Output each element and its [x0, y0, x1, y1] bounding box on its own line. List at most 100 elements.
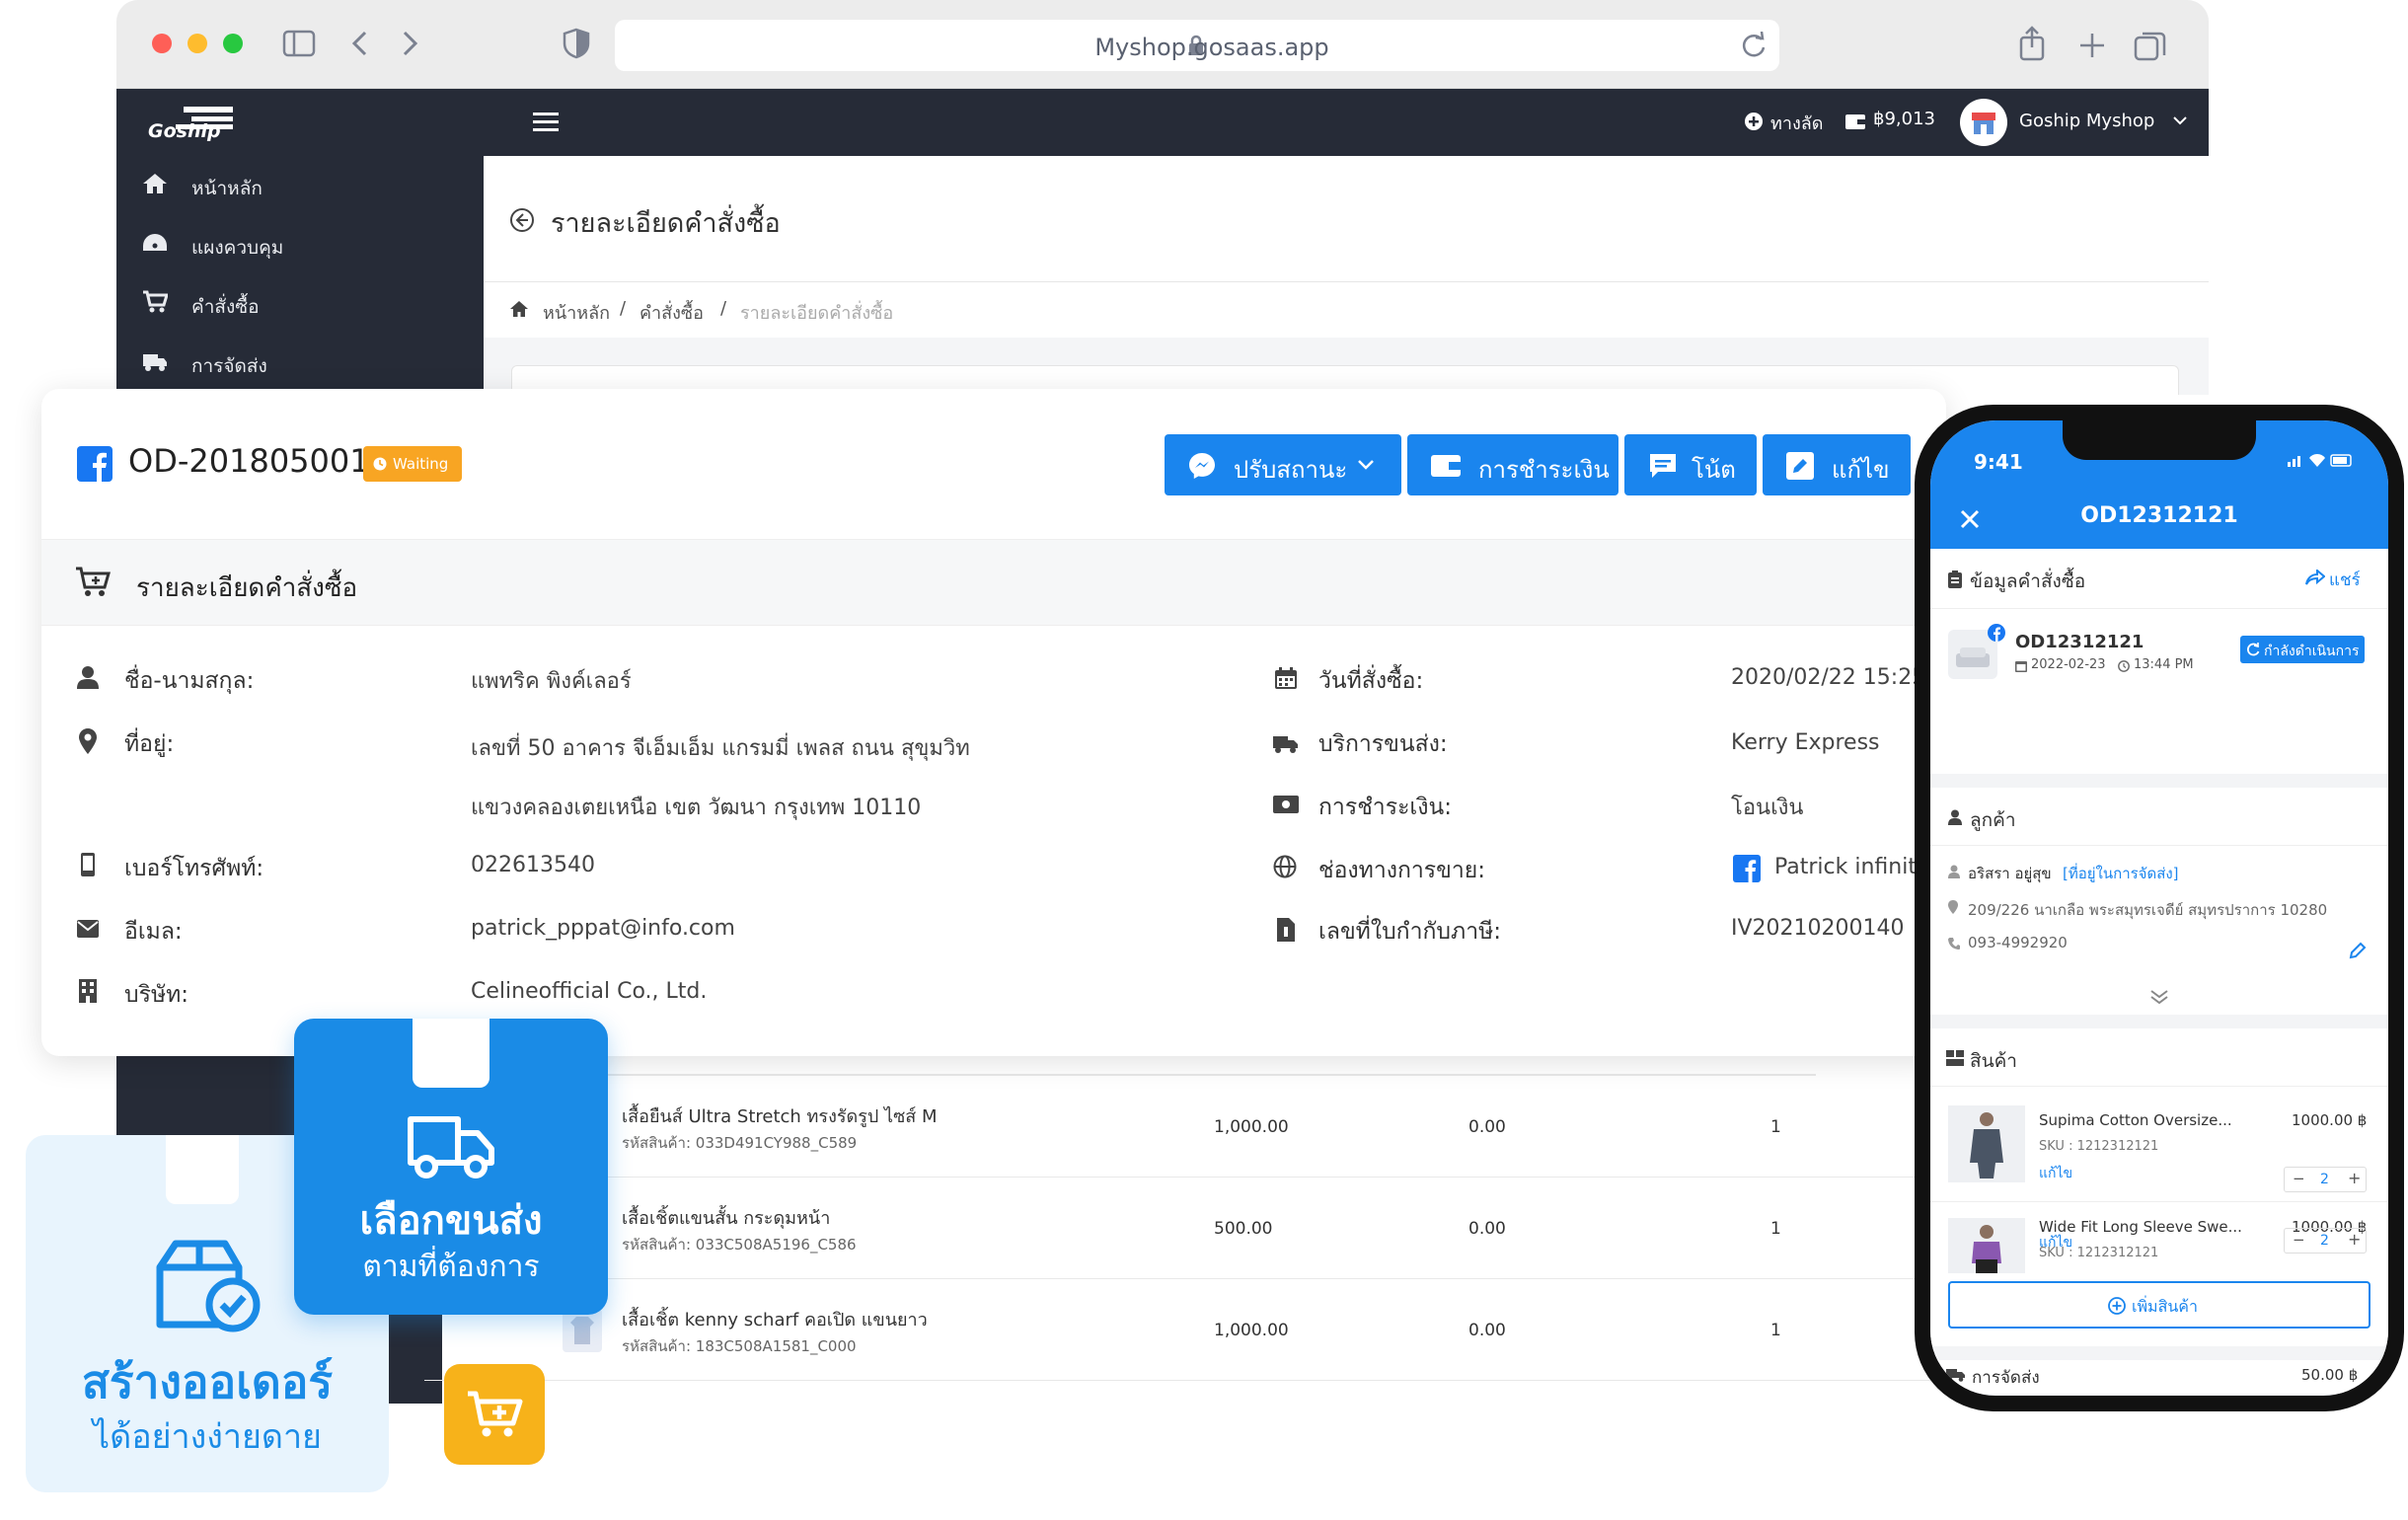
status-text: Waiting: [393, 455, 449, 473]
tile-tab: [413, 1019, 489, 1088]
customer-address-tag[interactable]: [ที่อยู่ในการจัดส่ง]: [2063, 862, 2179, 885]
minimize-window-button[interactable]: [188, 34, 207, 53]
customer-title: ลูกค้า: [1970, 809, 2016, 831]
sync-icon: [2247, 643, 2260, 656]
list-item[interactable]: Supima Cotton Oversize... 1000.00 ฿ SKU …: [1930, 1094, 2388, 1202]
create-order-subtitle: ได้อย่างง่ายดาย: [93, 1417, 322, 1457]
goship-logo[interactable]: Goship: [144, 101, 239, 144]
person-model-icon: [1970, 1112, 2003, 1178]
quantity-stepper[interactable]: − 2 +: [2284, 1228, 2367, 1254]
increase-icon[interactable]: +: [2348, 1230, 2361, 1249]
field-value-order-date: 2020/02/22 15:25: [1731, 665, 1926, 690]
quantity-value: 2: [2320, 1233, 2329, 1249]
back-arrow-icon[interactable]: [349, 30, 369, 57]
browser-window: Myshop.gosaas.app Goship ทางลัด ฿9,013 G…: [116, 0, 2209, 395]
sidebar-item-dashboard[interactable]: แผงควบคุม: [116, 215, 484, 272]
hamburger-menu-icon[interactable]: [533, 111, 559, 134]
share-icon[interactable]: [2017, 26, 2047, 61]
sidebar-item-label: หน้าหลัก: [191, 178, 263, 199]
order-status-text: กำลังดำเนินการ: [2264, 644, 2360, 659]
product-edit-link[interactable]: แก้ไข: [2039, 1232, 2072, 1254]
field-value-name: แพทริค พิงค์เลอร์: [471, 669, 632, 694]
envelope-icon: [77, 920, 99, 938]
forward-arrow-icon[interactable]: [401, 30, 420, 57]
note-button[interactable]: โน้ต: [1624, 434, 1757, 495]
product-sku: รหัสสินค้า: 033C508A5196_C586: [622, 1236, 857, 1254]
close-window-button[interactable]: [152, 34, 172, 53]
chevron-down-icon: [2173, 116, 2187, 125]
increase-icon[interactable]: +: [2348, 1169, 2361, 1187]
app-sidebar: หน้าหลัก แผงควบคุม คำสั่งซื้อ การจัดส่ง: [116, 156, 484, 395]
edit-icon: [1786, 452, 1814, 480]
product-thumbnail: [1948, 1105, 2025, 1182]
field-label-tax-invoice: เลขที่ใบกำกับภาษี:: [1318, 919, 1502, 945]
sidebar-item-orders[interactable]: คำสั่งซื้อ: [116, 274, 484, 332]
url-text: Myshop.gosaas.app: [1094, 34, 1329, 61]
products-title: สินค้า: [1970, 1050, 2017, 1072]
table-row[interactable]: เสื้อยืนส์ Ultra Stretch ทรงรัดรูป ไซส์ …: [424, 1076, 1952, 1178]
shipping-title: การจัดส่ง: [1972, 1368, 2040, 1388]
user-icon: [1948, 809, 1962, 825]
mobile-header: 9:41 OD12312121: [1930, 420, 2388, 549]
mobile-title: OD12312121: [2080, 503, 2238, 528]
phone-notch: [2063, 420, 2256, 460]
decrease-icon[interactable]: −: [2293, 1231, 2305, 1249]
divider: [1930, 608, 2388, 609]
payment-label: การชำระเงิน: [1478, 456, 1610, 484]
share-icon: [2305, 570, 2325, 585]
update-status-button[interactable]: ปรับสถานะ: [1165, 434, 1401, 495]
box-check-icon: [156, 1240, 261, 1332]
tab-overview-icon[interactable]: [2134, 30, 2167, 61]
invoice-icon: [1277, 918, 1295, 942]
shirt-icon: [570, 1317, 594, 1344]
user-icon: [1948, 865, 1960, 878]
field-label-payment-method: การชำระเงิน:: [1318, 795, 1452, 820]
shop-name: Goship Myshop: [2019, 111, 2155, 131]
sidebar-toggle-icon[interactable]: [282, 30, 316, 57]
order-detail-card: OD-201805001 Waiting ปรับสถานะ การชำระเง…: [41, 389, 1946, 1056]
sidebar-item-label: แผงควบคุม: [191, 237, 284, 259]
product-edit-link[interactable]: แก้ไข: [2039, 1163, 2072, 1184]
chevron-down-icon: [1358, 460, 1374, 470]
mobile-phone-frame: 9:41 OD12312121 ข้อมูลคำสั่งซื้อ แชร์ OD…: [1915, 405, 2404, 1411]
field-value-tax-invoice: IV20210200140: [1731, 916, 1905, 941]
add-product-button[interactable]: เพิ่มสินค้า: [1948, 1281, 2370, 1329]
pencil-icon[interactable]: [2349, 942, 2367, 959]
product-sku: SKU : 1212312121: [2039, 1139, 2159, 1154]
product-thumbnail: [563, 1309, 602, 1352]
address-bar[interactable]: Myshop.gosaas.app: [615, 20, 1779, 71]
field-label-name: ชื่อ-นามสกุล:: [124, 668, 255, 694]
reload-icon[interactable]: [1740, 32, 1768, 59]
breadcrumb-home[interactable]: หน้าหลัก: [543, 298, 610, 327]
table-row[interactable]: เสื้อเชิ้ตแขนสั้น กระดุมหน้า รหัสสินค้า:…: [424, 1178, 1952, 1279]
breadcrumb-current: รายละเอียดคำสั่งซื้อ: [740, 303, 894, 324]
sidebar-item-shipping[interactable]: การจัดส่ง: [116, 334, 484, 391]
back-circle-icon[interactable]: [509, 207, 535, 233]
field-value-phone: 022613540: [471, 853, 595, 877]
shop-account-menu[interactable]: Goship Myshop: [1960, 99, 2197, 146]
order-info-title: ข้อมูลคำสั่งซื้อ: [1970, 570, 2086, 592]
new-tab-icon[interactable]: [2078, 32, 2106, 59]
globe-icon: [1273, 855, 1297, 878]
add-cart-tile: [444, 1364, 545, 1465]
payment-button[interactable]: การชำระเงิน: [1407, 434, 1618, 495]
facebook-icon: [1733, 855, 1761, 882]
product-qty: 1: [1770, 1219, 1781, 1239]
product-name: Supima Cotton Oversize...: [2039, 1111, 2232, 1129]
shield-icon[interactable]: [563, 28, 590, 59]
field-value-email[interactable]: patrick_pppat@info.com: [471, 916, 735, 941]
breadcrumb-separator: /: [720, 298, 727, 319]
sidebar-item-home[interactable]: หน้าหลัก: [116, 156, 484, 213]
status-icons: [2288, 454, 2352, 467]
breadcrumb-orders[interactable]: คำสั่งซื้อ: [640, 298, 704, 327]
share-link[interactable]: แชร์: [2305, 567, 2374, 590]
field-label-address: ที่อยู่:: [124, 731, 175, 757]
quantity-stepper[interactable]: − 2 +: [2284, 1167, 2367, 1192]
field-label-company: บริษัท:: [124, 982, 189, 1008]
product-name: เสื้อเชิ้ตแขนสั้น กระดุมหน้า: [622, 1208, 831, 1229]
table-row[interactable]: เสื้อเชิ้ต kenny scharf คอเปิด แขนยาว รห…: [424, 1279, 1952, 1381]
chevron-double-down-icon[interactable]: [2149, 989, 2169, 1005]
decrease-icon[interactable]: −: [2293, 1170, 2305, 1187]
maximize-window-button[interactable]: [223, 34, 243, 53]
edit-button[interactable]: แก้ไข: [1763, 434, 1911, 495]
